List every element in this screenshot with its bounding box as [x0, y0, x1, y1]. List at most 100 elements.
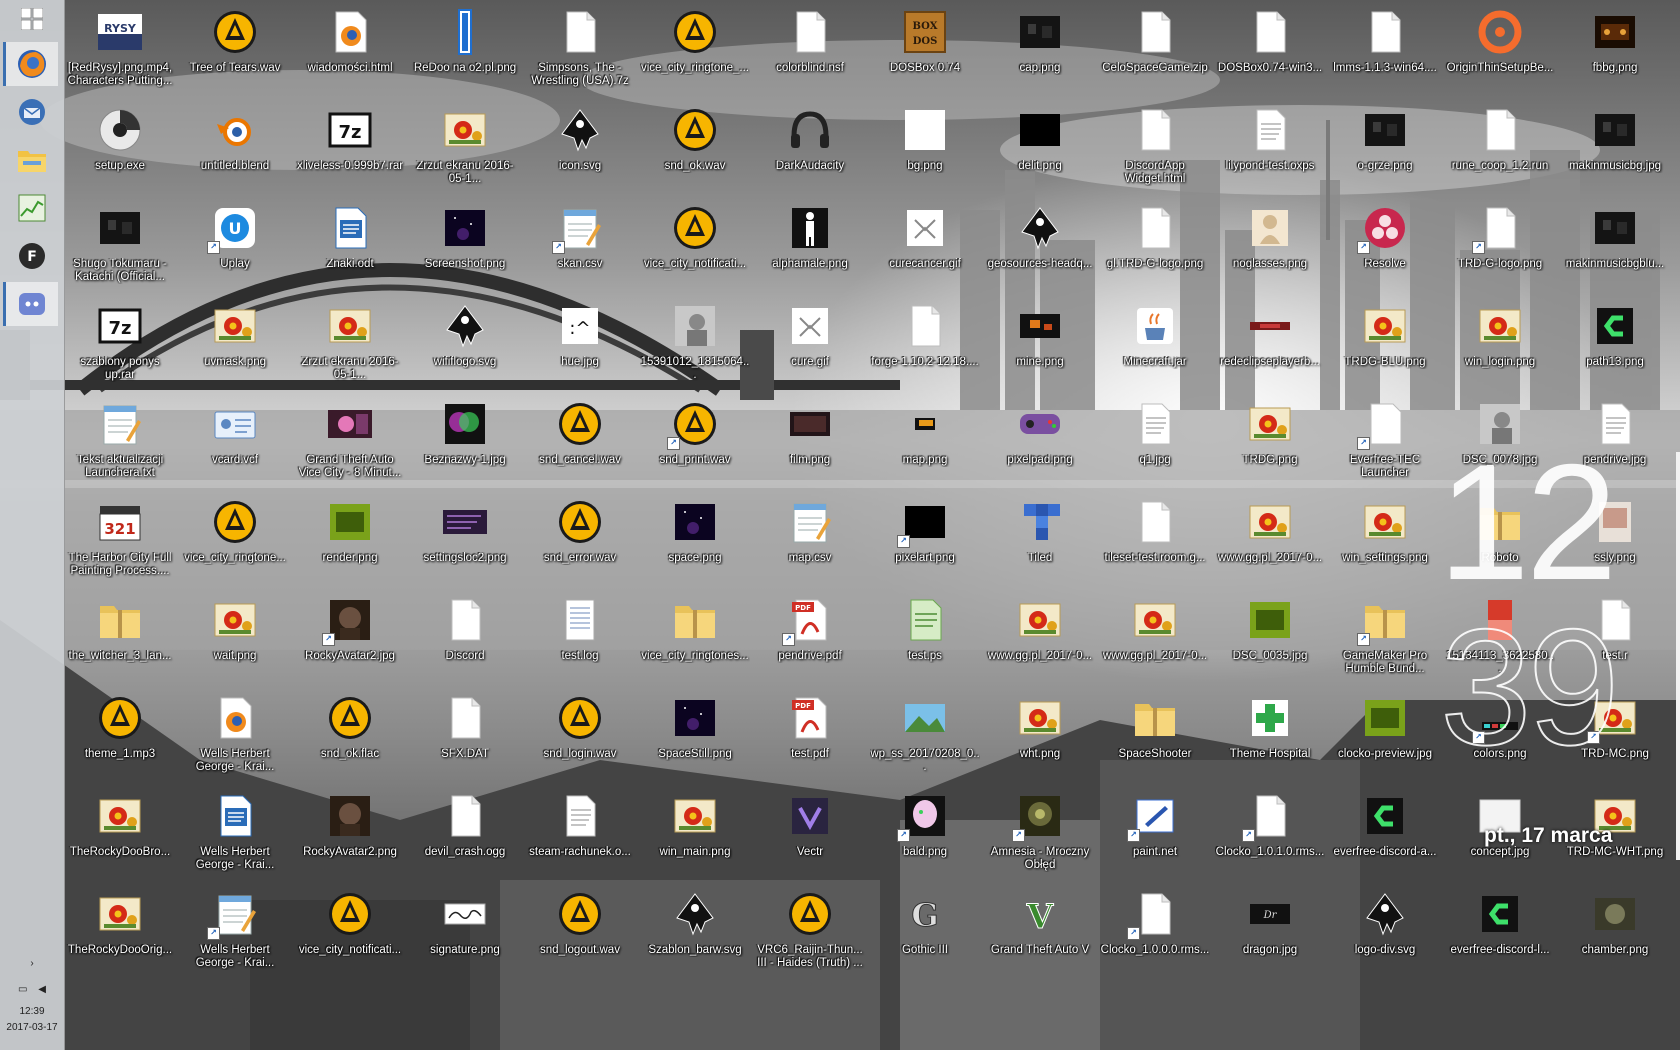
taskbar-task-manager[interactable]: [6, 186, 58, 230]
desktop-icon[interactable]: BOX DOS DOSBox 0.74: [869, 0, 981, 100]
taskbar-clock-time[interactable]: 12:39: [0, 1006, 64, 1017]
desktop-icon[interactable]: ↗ skan.csv: [524, 196, 636, 296]
desktop-icon[interactable]: delit.png: [984, 98, 1096, 198]
desktop-icon[interactable]: lilypond-test.oxps: [1214, 98, 1326, 198]
desktop-icon[interactable]: snd_ok.flac: [294, 686, 406, 786]
taskbar-firefox[interactable]: [3, 42, 58, 86]
desktop-icon[interactable]: Wells Herbert George - Krai...: [179, 784, 291, 884]
desktop-icon[interactable]: tileset-test.room.g...: [1099, 490, 1211, 590]
desktop-icon[interactable]: 15391012_1815064...: [639, 294, 751, 394]
desktop-icon[interactable]: Vectr: [754, 784, 866, 884]
desktop-icon[interactable]: 321 The Harbor City Full Painting Process…: [64, 490, 176, 590]
desktop-icon[interactable]: ↗ Clocko_1.0.0.0.rms...: [1099, 882, 1211, 982]
desktop-icon[interactable]: map.png: [869, 392, 981, 492]
taskbar-discord[interactable]: [3, 282, 58, 326]
tray-icons[interactable]: ▭ ◀: [0, 984, 64, 995]
desktop-icon[interactable]: snd_login.wav: [524, 686, 636, 786]
taskbar-thunderbird[interactable]: [6, 90, 58, 134]
desktop-icon[interactable]: settingsloc2.png: [409, 490, 521, 590]
desktop-icon[interactable]: win_main.png: [639, 784, 751, 884]
desktop-icon[interactable]: Simpsons, The - Wrestling (USA).7z: [524, 0, 636, 100]
desktop-icon[interactable]: CeloSpaceGame.zip: [1099, 0, 1211, 100]
desktop-icon[interactable]: Zrzut ekranu 2016-05-1...: [294, 294, 406, 394]
desktop-icon[interactable]: Tiled: [984, 490, 1096, 590]
desktop-icon[interactable]: RockyAvatar2.png: [294, 784, 406, 884]
desktop-icon[interactable]: wiadomości.html: [294, 0, 406, 100]
desktop-icon[interactable]: wht.png: [984, 686, 1096, 786]
desktop-icon[interactable]: alphamale.png: [754, 196, 866, 296]
desktop-icon[interactable]: snd_error.wav: [524, 490, 636, 590]
desktop-icon[interactable]: Theme Hospital: [1214, 686, 1326, 786]
network-icon[interactable]: ▭: [18, 984, 27, 995]
desktop-icon[interactable]: Szablon_barw.svg: [639, 882, 751, 982]
desktop-icon[interactable]: vice_city_notificati...: [639, 196, 751, 296]
desktop-icon[interactable]: ↗ Wells Herbert George - Krai...: [179, 882, 291, 982]
desktop-icon[interactable]: devil_crash.ogg: [409, 784, 521, 884]
desktop-icon[interactable]: the_witcher_3_lan...: [64, 588, 176, 688]
desktop-icon[interactable]: test.ps: [869, 588, 981, 688]
desktop-icon[interactable]: everfree-discord-l...: [1444, 882, 1556, 982]
desktop-icon[interactable]: cap.png: [984, 0, 1096, 100]
desktop-icon[interactable]: steam-rachunek.o...: [524, 784, 636, 884]
desktop-icon[interactable]: Wells Herbert George - Krai...: [179, 686, 291, 786]
desktop-icon[interactable]: fbbg.png: [1559, 0, 1671, 100]
desktop-icon[interactable]: wififlogo.svg: [409, 294, 521, 394]
desktop-icon[interactable]: OriginThinSetupBe...: [1444, 0, 1556, 100]
desktop-icon[interactable]: Dr dragon.jpg: [1214, 882, 1326, 982]
desktop-icon[interactable]: PDF test.pdf: [754, 686, 866, 786]
desktop-icon[interactable]: gl.TRD-G-logo.png: [1099, 196, 1211, 296]
desktop-icon[interactable]: www.gg.pl_2017-0...: [1099, 588, 1211, 688]
desktop-icon[interactable]: ↗ bald.png: [869, 784, 981, 884]
desktop-icon[interactable]: VRC6_Raijin-Thun... III - Haides (Truth)…: [754, 882, 866, 982]
desktop-icon[interactable]: www.gg.pl_2017-0...: [1214, 490, 1326, 590]
desktop-icon[interactable]: rune_coop_1.2.run: [1444, 98, 1556, 198]
desktop-icon[interactable]: U ↗ Uplay: [179, 196, 291, 296]
desktop-icon[interactable]: bg.png: [869, 98, 981, 198]
desktop-icon[interactable]: snd_ok.wav: [639, 98, 751, 198]
volume-icon[interactable]: ◀: [38, 984, 46, 995]
desktop-icon[interactable]: render.png: [294, 490, 406, 590]
desktop-icon[interactable]: V Grand Theft Auto V: [984, 882, 1096, 982]
desktop-icon[interactable]: ↗ Amnesia - Mroczny Obłęd: [984, 784, 1096, 884]
desktop-icon[interactable]: win_login.png: [1444, 294, 1556, 394]
desktop-icon[interactable]: theme_1.mp3: [64, 686, 176, 786]
desktop-icon[interactable]: wp_ss_20170208_0...: [869, 686, 981, 786]
desktop-icon[interactable]: untitled.blend: [179, 98, 291, 198]
desktop-icon[interactable]: vice_city_ringtone_...: [639, 0, 751, 100]
desktop-icon[interactable]: setup.exe: [64, 98, 176, 198]
desktop-icon[interactable]: DSC_0035.jpg: [1214, 588, 1326, 688]
desktop-icon[interactable]: vice_city_notificati...: [294, 882, 406, 982]
desktop-icon[interactable]: ↗ snd_print.wav: [639, 392, 751, 492]
desktop-icon[interactable]: SpaceShooter: [1099, 686, 1211, 786]
desktop-icon[interactable]: cure.gif: [754, 294, 866, 394]
desktop-icon[interactable]: PDF ↗ pendrive.pdf: [754, 588, 866, 688]
desktop-icon[interactable]: Shugo Tokumaru - Katachi (Official...: [64, 196, 176, 296]
tray-expand-arrow[interactable]: ›: [0, 958, 64, 969]
desktop-icon[interactable]: wait.png: [179, 588, 291, 688]
desktop-icon[interactable]: Tree of Tears.wav: [179, 0, 291, 100]
desktop-icon[interactable]: uvmask.png: [179, 294, 291, 394]
desktop-icon[interactable]: Screenshot.png: [409, 196, 521, 296]
desktop-icon[interactable]: :^ hue.jpg: [524, 294, 636, 394]
desktop-icon[interactable]: TheRockyDooBro...: [64, 784, 176, 884]
desktop-icon[interactable]: geosources-headq...: [984, 196, 1096, 296]
taskbar-f-app[interactable]: F: [6, 234, 58, 278]
desktop-icon[interactable]: icon.svg: [524, 98, 636, 198]
desktop-icon[interactable]: test.log: [524, 588, 636, 688]
desktop-icon[interactable]: ↗ RockyAvatar2.jpg: [294, 588, 406, 688]
desktop-icon[interactable]: DOSBox0.74-win3...: [1214, 0, 1326, 100]
desktop-icon[interactable]: TheRockyDooOrig...: [64, 882, 176, 982]
desktop-icon[interactable]: ReDoo na o2.pl.png: [409, 0, 521, 100]
desktop-icon[interactable]: mine.png: [984, 294, 1096, 394]
desktop-icon[interactable]: DarkAudacity: [754, 98, 866, 198]
desktop-icon[interactable]: signature.png: [409, 882, 521, 982]
desktop-icon[interactable]: film.png: [754, 392, 866, 492]
desktop-icon[interactable]: Minecraft.jar: [1099, 294, 1211, 394]
desktop-icon[interactable]: ↗ Clocko_1.0.1.0.rms...: [1214, 784, 1326, 884]
desktop-icon[interactable]: makinmusicbg.jpg: [1559, 98, 1671, 198]
desktop-icon[interactable]: makinmusicbgblu...: [1559, 196, 1671, 296]
desktop-icon[interactable]: TRDG-BLU.png: [1329, 294, 1441, 394]
desktop-icon[interactable]: Znaki.odt: [294, 196, 406, 296]
desktop-icon[interactable]: TRDG.png: [1214, 392, 1326, 492]
desktop-icon[interactable]: vice_city_ringtones...: [639, 588, 751, 688]
